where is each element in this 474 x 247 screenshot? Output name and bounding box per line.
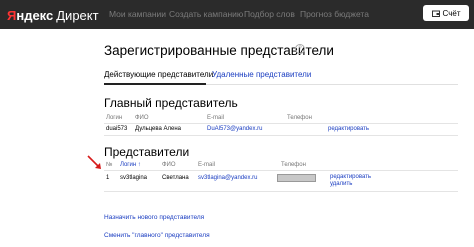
reps-row-line xyxy=(104,191,458,192)
assign-new-rep-link[interactable]: Назначить нового представителя xyxy=(104,214,204,221)
nav-keyword-selection[interactable]: Подбор слов xyxy=(244,9,295,19)
nav-create-campaign[interactable]: Создать кампанию xyxy=(169,9,243,19)
account-label: Счёт xyxy=(442,8,461,18)
rep-row-login: sv3tlagina xyxy=(120,175,148,181)
rep-row-num: 1 xyxy=(106,175,110,181)
active-tab-underline xyxy=(104,83,206,85)
reps-title: Представители xyxy=(104,145,190,159)
top-bar: Яндекс Директ Мои кампании Создать кампан… xyxy=(0,0,474,29)
reps-col-email: E-mail xyxy=(198,162,216,168)
main-rep-login: duai573 xyxy=(106,126,128,132)
main-rep-col-email: E-mail xyxy=(207,115,225,121)
tab-active-representatives[interactable]: Действующие представители xyxy=(104,70,213,79)
rep-row-edit-link[interactable]: редактировать xyxy=(330,174,371,180)
main-rep-header-line xyxy=(104,123,458,124)
main-rep-col-phone: Телефон xyxy=(287,115,312,121)
reps-col-num: № xyxy=(106,162,113,168)
main-rep-col-login: Логин xyxy=(106,115,123,121)
logo-direct: Директ xyxy=(56,7,99,23)
logo-yandex: ндекс xyxy=(16,7,54,23)
help-icon[interactable]: ? xyxy=(295,44,305,54)
main-rep-title: Главный представитель xyxy=(104,96,238,110)
wallet-icon xyxy=(431,10,440,17)
main-rep-edit-link[interactable]: редактировать xyxy=(328,126,369,132)
rep-row-name: Светлана xyxy=(162,175,189,181)
red-arrow-annotation xyxy=(87,155,101,169)
rep-row-phone-redacted xyxy=(277,174,316,182)
reps-col-login-sort[interactable]: Логин ↑ xyxy=(120,162,141,168)
reps-col-name: ФИО xyxy=(162,162,176,168)
nav-my-campaigns[interactable]: Мои кампании xyxy=(109,9,166,19)
main-rep-email[interactable]: DuAl573@yandex.ru xyxy=(207,126,262,132)
yandex-direct-logo[interactable]: Яндекс Директ xyxy=(7,7,99,23)
logo-ya: Я xyxy=(7,7,17,23)
main-rep-name: Дульцева Алена xyxy=(135,126,182,132)
reps-header-line xyxy=(104,170,458,171)
rep-row-email[interactable]: sv3tlagina@yandex.ru xyxy=(198,175,257,181)
account-button[interactable]: Счёт xyxy=(423,5,469,21)
rep-row-delete-link[interactable]: удалить xyxy=(330,181,352,187)
nav-budget-forecast[interactable]: Прогноз бюджета xyxy=(300,9,369,19)
reps-col-phone: Телефон xyxy=(281,162,306,168)
change-main-rep-link[interactable]: Сменить "главного" представителя xyxy=(104,232,210,239)
main-rep-row-line xyxy=(104,135,458,136)
tab-deleted-representatives[interactable]: Удаленные представители xyxy=(212,70,311,79)
main-rep-col-name: ФИО xyxy=(135,115,149,121)
